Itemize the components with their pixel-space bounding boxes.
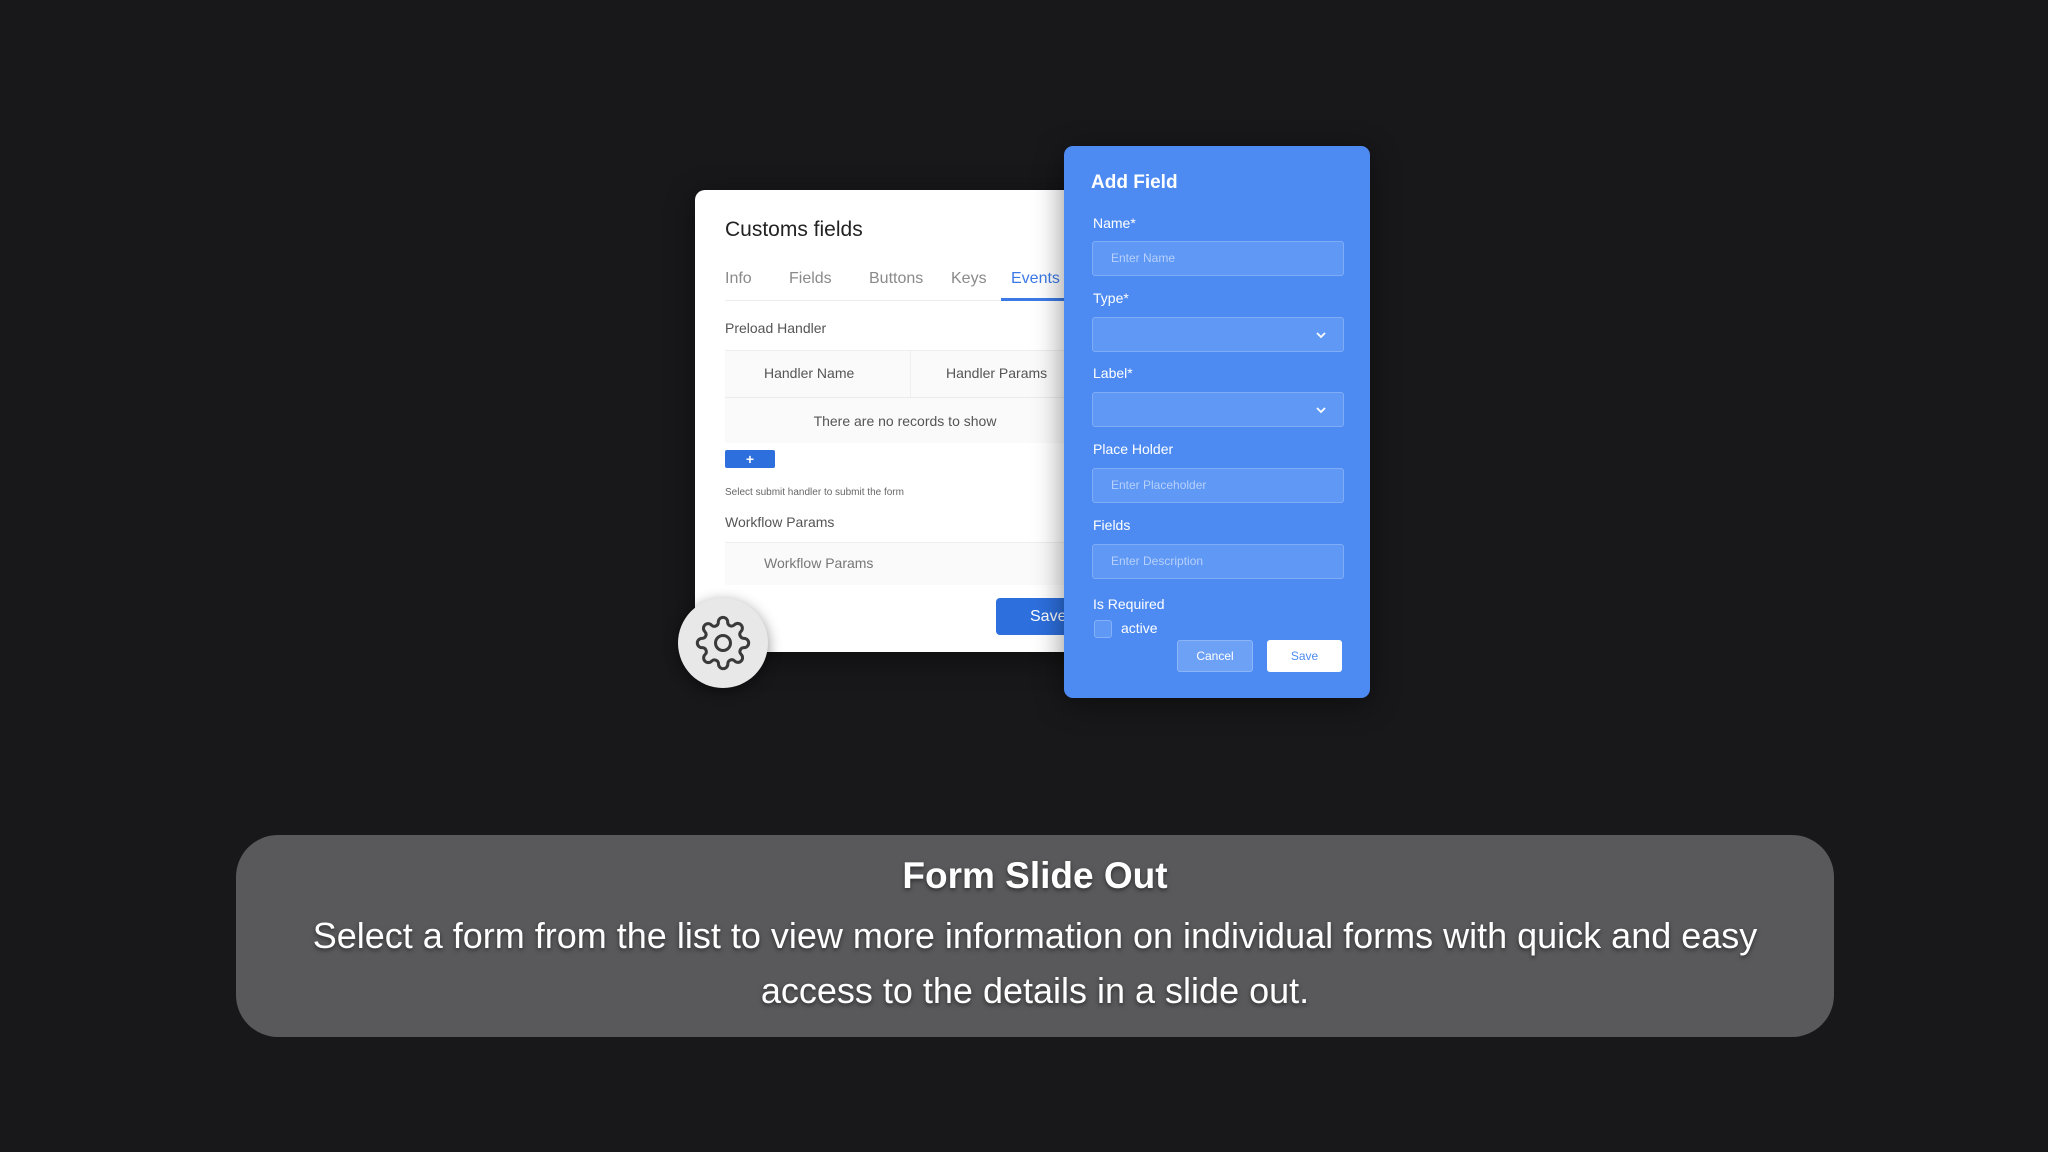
type-label: Type*	[1093, 290, 1129, 306]
tab-keys[interactable]: Keys	[951, 268, 987, 302]
chevron-down-icon	[1316, 332, 1326, 339]
placeholder-input[interactable]: Enter Placeholder	[1092, 468, 1344, 503]
handler-table: Handler Name Handler Params There are no…	[725, 350, 1095, 443]
cancel-button[interactable]: Cancel	[1177, 640, 1253, 672]
type-select[interactable]	[1092, 317, 1344, 352]
panel-title: Add Field	[1091, 172, 1178, 193]
column-header-handler-name: Handler Name	[764, 365, 855, 381]
caption-title: Form Slide Out	[902, 855, 1168, 896]
add-field-panel: Add Field Name* Enter Name Type* Label* …	[1064, 146, 1370, 698]
placeholder-label: Place Holder	[1093, 441, 1174, 457]
tab-events[interactable]: Events	[1011, 268, 1060, 302]
workflow-params-header: Workflow Params	[764, 555, 874, 571]
workflow-params-label: Workflow Params	[725, 514, 835, 530]
workflow-params-table: Workflow Params	[725, 542, 1095, 585]
customs-fields-card: Customs fields Info Fields Buttons Keys …	[695, 190, 1095, 652]
caption-box: Form Slide Out Select a form from the li…	[236, 835, 1834, 1037]
caption-body: Select a form from the list to view more…	[312, 915, 1758, 1011]
column-header-handler-params: Handler Params	[946, 365, 1048, 381]
handler-table-header: Handler Name Handler Params	[725, 351, 1095, 398]
empty-table-message: There are no records to show	[813, 413, 997, 429]
stage: Customs fields Info Fields Buttons Keys …	[0, 0, 2048, 1152]
fields-input[interactable]: Enter Description	[1092, 544, 1344, 579]
tab-fields[interactable]: Fields	[789, 268, 832, 302]
preload-handler-label: Preload Handler	[725, 320, 827, 336]
name-label: Name*	[1093, 215, 1136, 231]
gear-icon	[695, 615, 751, 671]
label-select[interactable]	[1092, 392, 1344, 427]
submit-handler-hint: Select submit handler to submit the form	[725, 487, 904, 498]
gear-badge[interactable]	[678, 598, 768, 688]
fields-label: Fields	[1093, 517, 1131, 533]
label-label: Label*	[1093, 365, 1133, 381]
tab-info[interactable]: Info	[725, 268, 752, 302]
panel-save-button[interactable]: Save	[1267, 640, 1342, 672]
chevron-down-icon	[1316, 407, 1326, 414]
tab-buttons[interactable]: Buttons	[869, 268, 923, 302]
active-checkbox-label: active	[1121, 620, 1158, 636]
card-title: Customs fields	[725, 218, 863, 241]
add-handler-button[interactable]: +	[725, 450, 775, 468]
is-required-label: Is Required	[1093, 596, 1165, 612]
active-checkbox[interactable]	[1094, 620, 1112, 638]
name-input[interactable]: Enter Name	[1092, 241, 1344, 276]
